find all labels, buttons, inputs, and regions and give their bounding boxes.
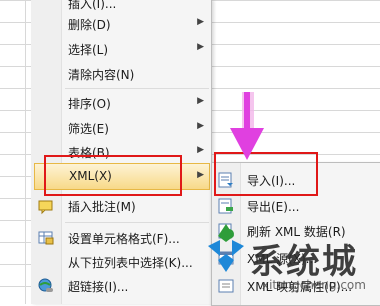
watermark-logo-icon	[208, 224, 244, 272]
export-icon	[217, 197, 235, 215]
menu-item-insert-comment[interactable]: 插入批注(M)	[31, 193, 211, 219]
submenu-item-export[interactable]: 导出(E)...	[212, 194, 380, 218]
menu-item-hyperlink[interactable]: 超链接(I)...	[31, 273, 211, 299]
submenu-arrow-icon: ▶	[197, 121, 204, 131]
format-cells-icon	[37, 229, 55, 247]
annotation-box-xml	[44, 155, 182, 196]
map-properties-icon	[217, 277, 235, 295]
column-divider	[25, 0, 26, 304]
menu-separator	[65, 88, 209, 89]
submenu-arrow-icon: ▶	[197, 170, 204, 180]
watermark-url: xitongcheng.com	[262, 278, 366, 292]
submenu-arrow-icon: ▶	[197, 17, 204, 27]
menu-item-clear-contents[interactable]: 清除内容(N)	[31, 61, 211, 87]
watermark-title: 系统城	[250, 242, 358, 282]
submenu-arrow-icon: ▶	[197, 145, 204, 155]
menu-item-filter[interactable]: 筛选(E) ▶	[31, 115, 211, 141]
menu-item-format-cells[interactable]: 设置单元格格式(F)...	[31, 225, 211, 251]
annotation-arrow-icon	[230, 92, 264, 160]
submenu-arrow-icon: ▶	[197, 42, 204, 52]
menu-separator	[65, 222, 209, 223]
menu-item-sort[interactable]: 排序(O) ▶	[31, 90, 211, 116]
menu-item-pick-from-list[interactable]: 从下拉列表中选择(K)...	[31, 249, 211, 275]
hyperlink-icon	[37, 277, 55, 295]
comment-icon	[37, 197, 55, 215]
context-menu: 插入(I)... 删除(D) ▶ 选择(L) ▶ 清除内容(N) 排序(O) ▶…	[31, 0, 212, 304]
submenu-arrow-icon: ▶	[197, 96, 204, 106]
menu-item-delete[interactable]: 删除(D) ▶	[31, 11, 211, 37]
menu-item-select[interactable]: 选择(L) ▶	[31, 36, 211, 62]
